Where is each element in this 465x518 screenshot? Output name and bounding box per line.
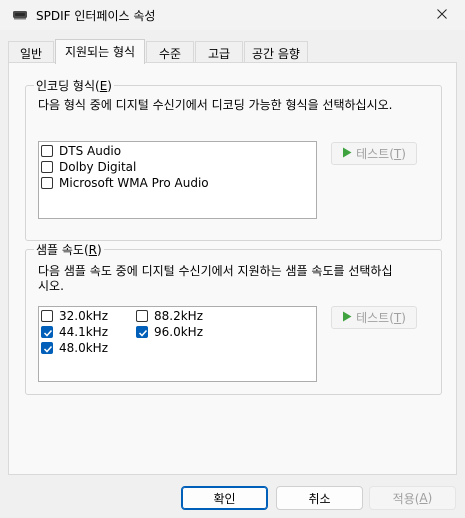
checkmark-icon — [138, 329, 148, 337]
tab-general[interactable]: 일반 — [8, 41, 54, 62]
ok-button[interactable]: 확인 — [181, 486, 268, 510]
tab-supported-formats[interactable]: 지원되는 형식 — [55, 39, 145, 64]
close-icon — [437, 8, 447, 22]
list-item-dolby-digital[interactable]: Dolby Digital — [41, 159, 136, 175]
checkbox[interactable] — [41, 177, 53, 189]
checkbox[interactable] — [41, 310, 53, 322]
checkbox[interactable] — [136, 310, 148, 322]
list-item-wma-pro[interactable]: Microsoft WMA Pro Audio — [41, 175, 209, 191]
checkbox[interactable] — [41, 161, 53, 173]
checkmark-icon — [43, 329, 53, 337]
checkbox-checked[interactable] — [41, 342, 53, 354]
tab-panel: 인코딩 형식(E) 다음 형식 중에 디지털 수신기에서 디코딩 가능한 형식을… — [8, 62, 457, 475]
sample-rate-test-button[interactable]: 테스트(T) — [331, 306, 417, 329]
window-title: SPDIF 인터페이스 속성 — [36, 9, 156, 23]
speaker-device-icon — [12, 9, 28, 24]
play-icon — [342, 311, 352, 325]
list-item-88khz[interactable]: 88.2kHz — [136, 308, 203, 324]
encoding-format-title: 인코딩 형식(E) — [34, 77, 114, 94]
list-item-dts-audio[interactable]: DTS Audio — [41, 143, 121, 159]
encoding-format-list[interactable]: DTS Audio Dolby Digital Microsoft WMA Pr… — [38, 141, 317, 219]
apply-button[interactable]: 적용(A) — [369, 486, 456, 510]
cancel-button[interactable]: 취소 — [276, 486, 363, 510]
encoding-description: 다음 형식 중에 디지털 수신기에서 디코딩 가능한 형식을 선택하십시오. — [38, 98, 393, 112]
play-icon — [342, 147, 352, 161]
tab-spatial-sound[interactable]: 공간 음향 — [244, 41, 308, 62]
list-item-96khz[interactable]: 96.0kHz — [136, 324, 203, 340]
checkmark-icon — [43, 345, 53, 353]
tab-levels[interactable]: 수준 — [146, 41, 194, 62]
sample-rate-list[interactable]: 32.0kHz 88.2kHz 44.1kHz 96.0kHz 48.0kHz — [38, 306, 317, 382]
checkbox-checked[interactable] — [41, 326, 53, 338]
checkbox-checked[interactable] — [136, 326, 148, 338]
list-item-32khz[interactable]: 32.0kHz — [41, 308, 108, 324]
list-item-44khz[interactable]: 44.1kHz — [41, 324, 108, 340]
tab-advanced[interactable]: 고급 — [195, 41, 243, 62]
sample-rate-description: 다음 샘플 속도 중에 디지털 수신기에서 지원하는 샘플 속도를 선택하십 시… — [38, 264, 393, 293]
tab-strip: 일반 지원되는 형식 수준 고급 공간 음향 — [8, 39, 448, 64]
encoding-test-button[interactable]: 테스트(T) — [331, 142, 417, 165]
checkbox[interactable] — [41, 145, 53, 157]
sample-rate-title: 샘플 속도(R) — [34, 241, 104, 258]
sample-rate-group: 샘플 속도(R) 다음 샘플 속도 중에 디지털 수신기에서 지원하는 샘플 속… — [25, 241, 442, 395]
list-item-48khz[interactable]: 48.0kHz — [41, 340, 108, 356]
close-button[interactable] — [419, 0, 465, 30]
encoding-format-group: 인코딩 형식(E) 다음 형식 중에 디지털 수신기에서 디코딩 가능한 형식을… — [25, 77, 442, 241]
title-bar: SPDIF 인터페이스 속성 — [0, 0, 465, 30]
